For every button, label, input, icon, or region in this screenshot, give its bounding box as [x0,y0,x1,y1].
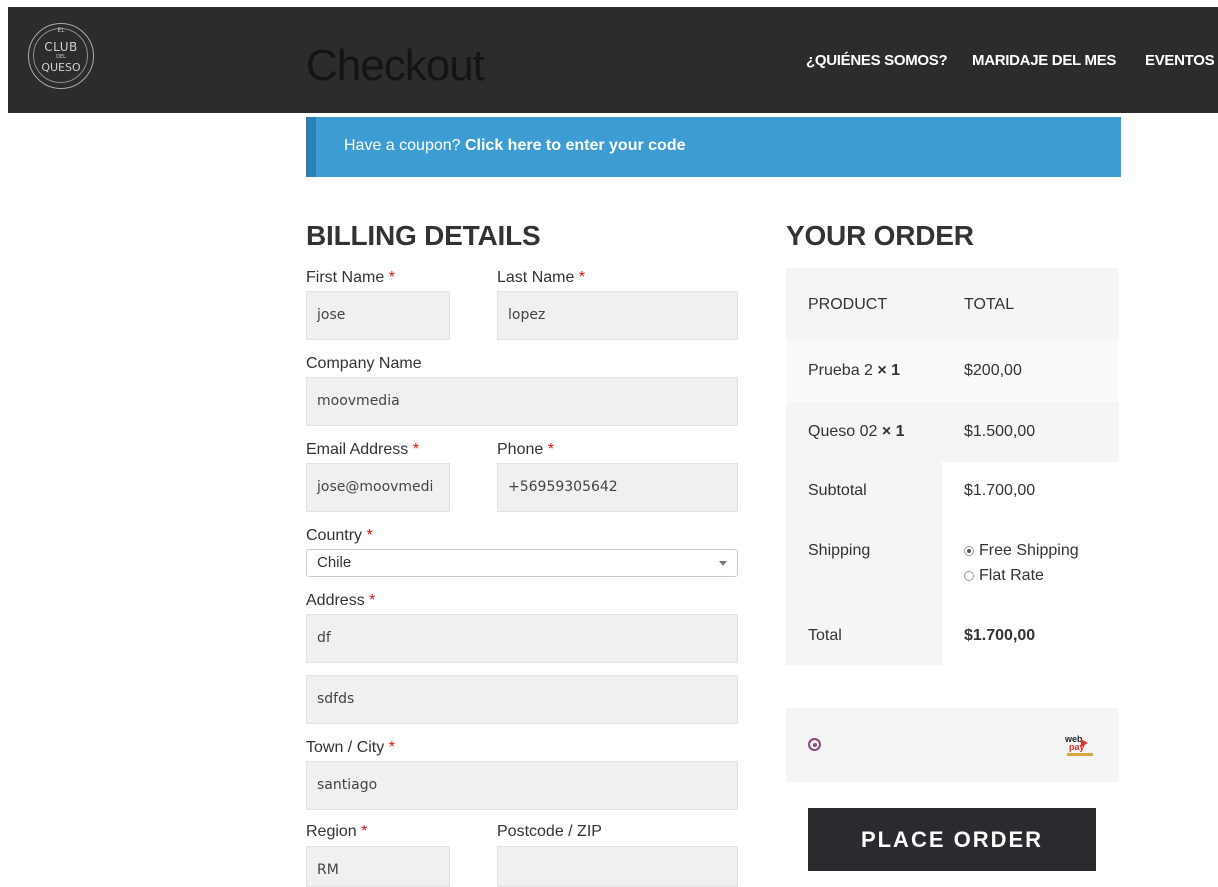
postcode-field[interactable] [497,846,738,887]
club-del-queso-logo[interactable]: EL CLUB DEL QUESO [28,23,94,89]
required-marker: * [388,269,395,286]
city-field[interactable]: santiago [306,761,738,810]
order-item-qty: × 1 [881,423,905,440]
address-line-1-field[interactable]: df [306,614,738,663]
webpay-logo: web pay [1065,735,1097,759]
logo-text-el: EL [57,27,65,34]
radio-selected-icon[interactable] [964,545,974,556]
subtotal-value: $1.700,00 [964,482,1036,499]
coupon-prefix: Have a coupon? [344,137,461,154]
last-name-field[interactable]: lopez [497,291,738,340]
last-name-label: Last Name * [497,269,586,286]
required-marker: * [366,527,373,544]
required-marker: * [369,592,376,609]
company-name-label: Company Name [306,355,422,372]
phone-label: Phone * [497,441,554,458]
nav-eventos[interactable]: EVENTOS [1145,52,1215,69]
webpay-bar-icon [1067,753,1093,756]
region-label: Region * [306,823,368,840]
total-column-header: TOTAL [964,296,1015,313]
page-title: Checkout [306,41,485,90]
required-marker: * [412,441,419,458]
total-value: $1.700,00 [964,627,1036,644]
logo-text-club: CLUB [44,40,78,54]
country-label: Country * [306,527,373,544]
required-marker: * [388,739,395,756]
product-column-header: PRODUCT [808,296,888,313]
shipping-option-free[interactable]: Free Shipping [964,542,1079,560]
nav-maridaje-del-mes[interactable]: MARIDAJE DEL MES [972,52,1116,69]
coupon-notice: Have a coupon? Click here to enter your … [306,117,1121,177]
order-item-total: $1.500,00 [964,423,1036,440]
logo-text-queso: QUESO [41,61,81,74]
first-name-label: First Name * [306,269,395,286]
order-item-qty: × 1 [877,362,901,379]
email-field[interactable]: jose@moovmedi [306,463,450,512]
your-order-title: YOUR ORDER [786,220,974,251]
payment-radio-selected-icon[interactable] [808,738,821,751]
shipping-option-flat-rate[interactable]: Flat Rate [964,567,1044,585]
nav-quienes-somos[interactable]: ¿QUIÉNES SOMOS? [806,52,948,69]
order-item-total: $200,00 [964,362,1022,379]
region-field[interactable]: RM [306,846,450,887]
logo-text-del: DEL [56,54,66,60]
city-label: Town / City * [306,739,395,756]
webpay-arrow-icon [1081,739,1088,747]
total-label: Total [808,627,842,644]
payment-method-box: web pay [786,708,1119,782]
radio-unselected-icon[interactable] [964,570,974,581]
country-select[interactable]: Chile [306,549,738,577]
postcode-label: Postcode / ZIP [497,823,602,840]
phone-field[interactable]: +56959305642 [497,463,738,512]
email-label: Email Address * [306,441,419,458]
subtotal-label: Subtotal [808,482,867,499]
required-marker: * [547,441,554,458]
country-selected-value: Chile [317,554,352,571]
first-name-field[interactable]: jose [306,291,450,340]
shipping-label: Shipping [808,542,871,559]
required-marker: * [578,269,586,286]
chevron-down-icon [719,561,727,566]
site-header: EL CLUB DEL QUESO Checkout ¿QUIÉNES SOMO… [8,7,1218,113]
billing-details-title: BILLING DETAILS [306,220,541,251]
company-name-field[interactable]: moovmedia [306,377,738,426]
order-item-name: Prueba 2 × 1 [808,362,901,379]
coupon-link[interactable]: Click here to enter your code [465,137,686,154]
address-label: Address * [306,592,376,609]
place-order-button[interactable]: PLACE ORDER [808,808,1096,871]
required-marker: * [361,823,368,840]
address-line-2-field[interactable]: sdfds [306,675,738,724]
order-item-name: Queso 02 × 1 [808,423,905,440]
